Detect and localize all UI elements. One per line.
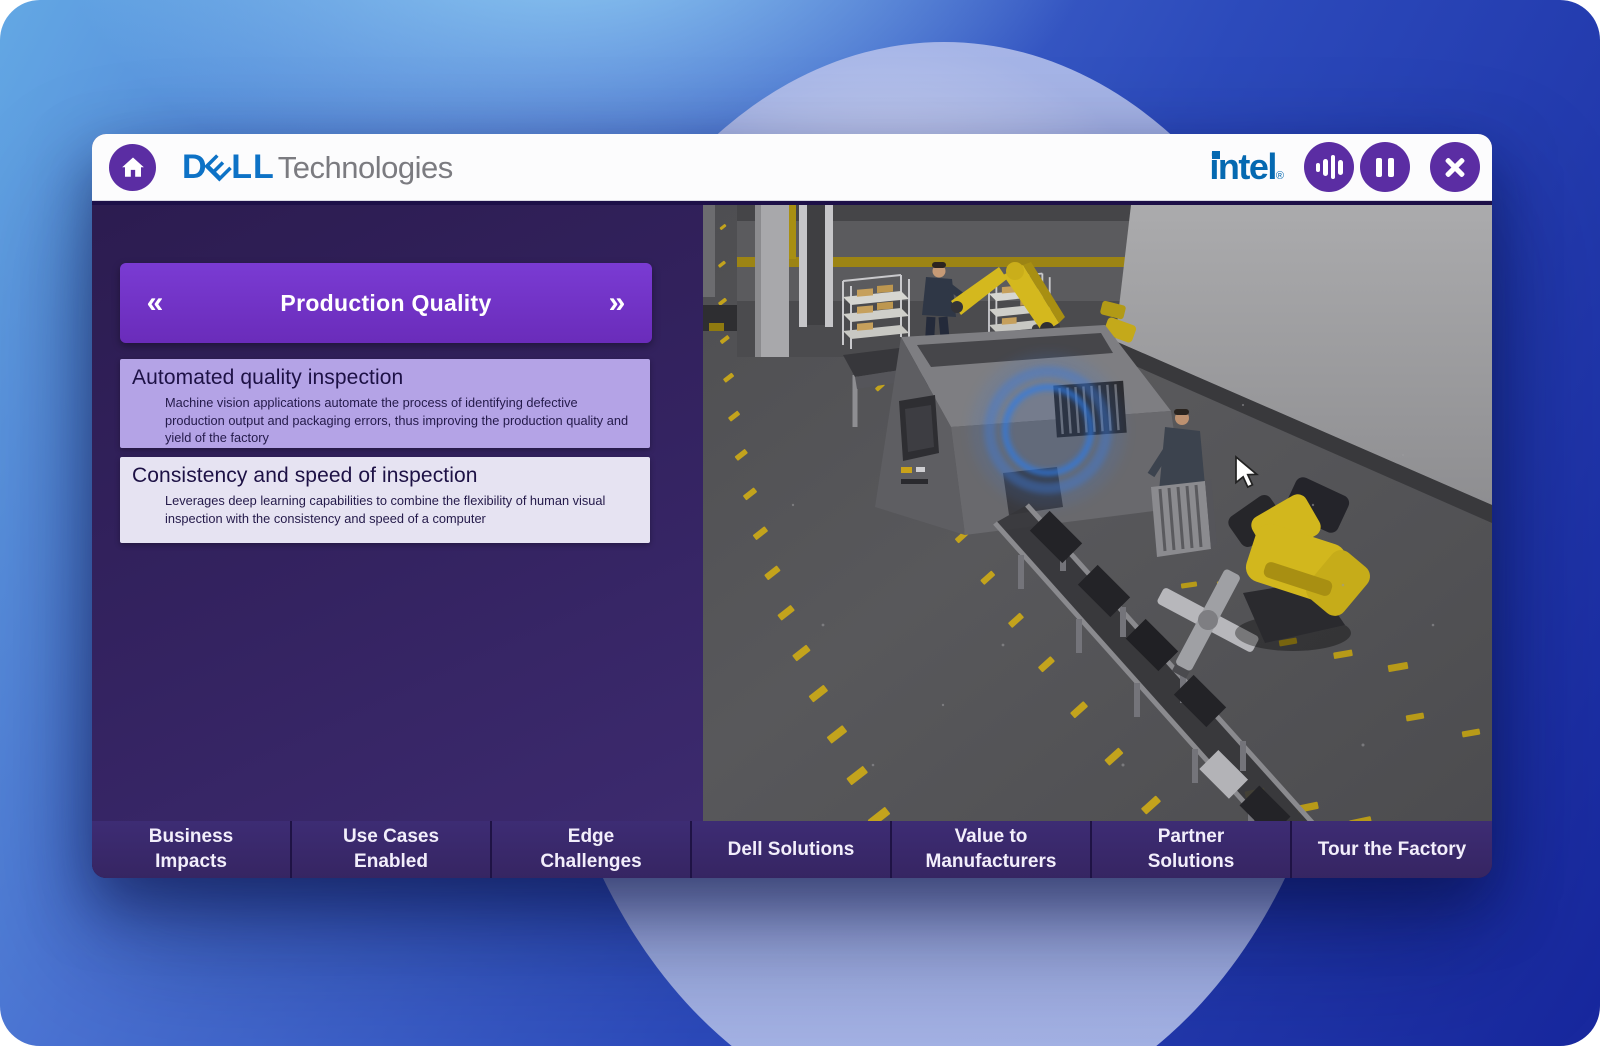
carousel-title: Production Quality: [190, 290, 582, 317]
card-body: Machine vision applications automate the…: [165, 394, 638, 447]
app-window: DELL Technologies intel® « Production Qu…: [92, 134, 1492, 878]
tab-business-impacts[interactable]: Business Impacts: [92, 821, 292, 878]
use-case-card-consistency-speed[interactable]: Consistency and speed of inspection Leve…: [120, 457, 650, 543]
tab-label: Edge Challenges: [516, 825, 666, 874]
pause-button[interactable]: [1360, 142, 1410, 192]
card-title: Automated quality inspection: [132, 366, 638, 390]
tab-value-to-manufacturers[interactable]: Value to Manufacturers: [892, 821, 1092, 878]
carousel-next-button[interactable]: »: [582, 288, 652, 318]
tab-tour-the-factory[interactable]: Tour the Factory: [1292, 821, 1492, 878]
factory-3d-viewport[interactable]: [703, 205, 1492, 821]
tab-use-cases-enabled[interactable]: Use Cases Enabled: [292, 821, 492, 878]
vent-box: [1151, 479, 1217, 557]
header-bar: DELL Technologies intel®: [92, 134, 1492, 201]
card-body: Leverages deep learning capabilities to …: [165, 492, 638, 527]
info-panel: « Production Quality » Automated quality…: [92, 205, 703, 821]
tab-label: Use Cases Enabled: [316, 825, 466, 874]
tab-label: Partner Solutions: [1116, 825, 1266, 874]
tab-dell-solutions[interactable]: Dell Solutions: [692, 821, 892, 878]
dell-technologies-logo: DELL Technologies: [182, 148, 453, 187]
tab-edge-challenges[interactable]: Edge Challenges: [492, 821, 692, 878]
use-case-card-automated-inspection[interactable]: Automated quality inspection Machine vis…: [120, 359, 650, 448]
intel-logo: intel®: [1209, 146, 1284, 188]
tab-label: Dell Solutions: [728, 838, 855, 863]
bottom-navigation: Business Impacts Use Cases Enabled Edge …: [92, 821, 1492, 878]
home-icon: [120, 154, 146, 180]
close-icon: [1443, 155, 1467, 179]
tab-label: Value to Manufacturers: [916, 825, 1066, 874]
close-button[interactable]: [1430, 142, 1480, 192]
topic-carousel: « Production Quality »: [120, 263, 652, 343]
home-button[interactable]: [109, 144, 156, 191]
content-area: « Production Quality » Automated quality…: [92, 201, 1492, 821]
tab-label: Business Impacts: [116, 825, 266, 874]
pause-icon: [1376, 158, 1394, 177]
carousel-prev-button[interactable]: «: [120, 288, 190, 318]
card-title: Consistency and speed of inspection: [132, 464, 638, 488]
audio-button[interactable]: [1304, 142, 1354, 192]
tab-partner-solutions[interactable]: Partner Solutions: [1092, 821, 1292, 878]
audio-waveform-icon: [1316, 155, 1343, 179]
tab-label: Tour the Factory: [1318, 838, 1467, 863]
